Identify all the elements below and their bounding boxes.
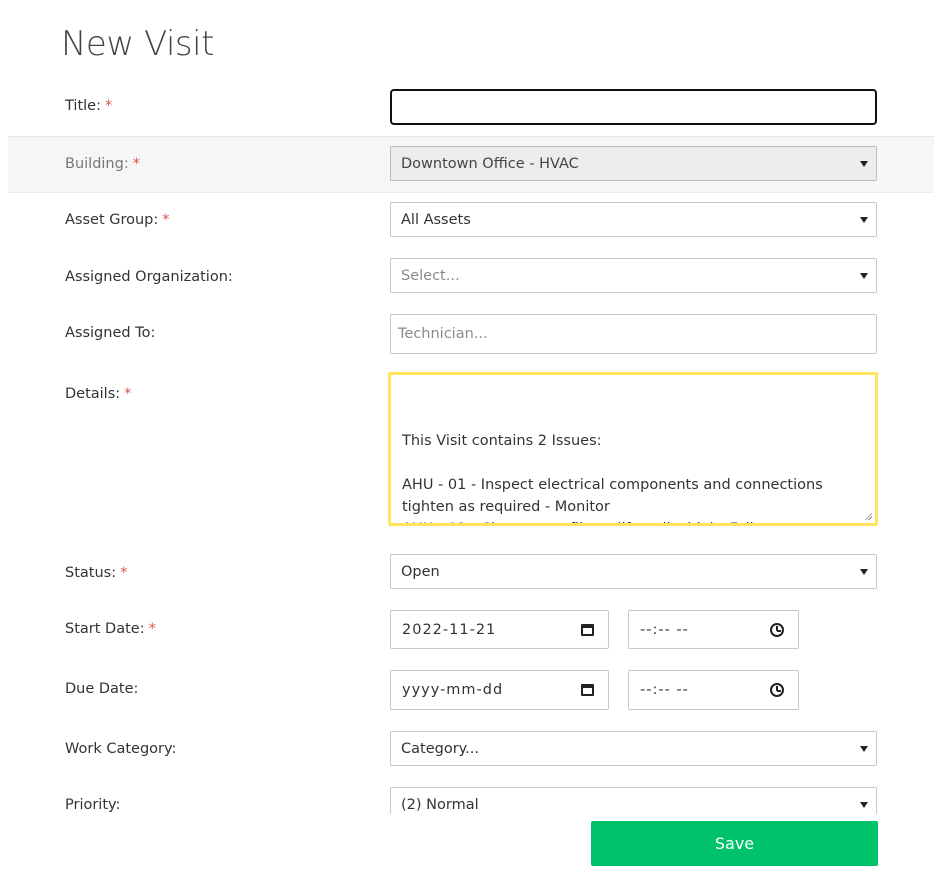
assigned-organization-placeholder: Select... (401, 267, 460, 284)
assigned-to-input[interactable]: Technician... (390, 314, 877, 354)
resize-handle-icon[interactable] (864, 512, 872, 520)
start-date-label: Start Date: * (65, 621, 156, 637)
calendar-icon[interactable] (581, 623, 594, 636)
work-category-select[interactable]: Category... (390, 731, 877, 766)
assigned-to-label: Assigned To: (65, 325, 155, 341)
required-marker: * (162, 212, 170, 228)
start-time-input[interactable]: --:-- -- (628, 610, 799, 649)
work-category-label-text: Work Category: (65, 741, 177, 757)
priority-value: (2) Normal (401, 796, 479, 813)
title-label: Title: * (65, 98, 112, 114)
building-label: Building: * (65, 156, 140, 172)
required-marker: * (124, 386, 132, 402)
details-textarea[interactable]: This Visit contains 2 Issues: AHU - 01 -… (388, 372, 878, 526)
page-title: New Visit (61, 24, 214, 64)
building-select[interactable]: Downtown Office - HVAC (390, 146, 877, 181)
asset-group-label: Asset Group: * (65, 212, 170, 228)
work-category-label: Work Category: (65, 741, 176, 757)
priority-select[interactable]: (2) Normal (390, 787, 877, 814)
asset-group-value: All Assets (401, 211, 471, 228)
chevron-down-icon (860, 160, 868, 167)
details-label: Details: * (65, 386, 131, 402)
building-value: Downtown Office - HVAC (401, 155, 579, 172)
chevron-down-icon (860, 216, 868, 223)
due-date-label-text: Due Date: (65, 681, 139, 697)
start-time-value: --:-- -- (640, 621, 689, 638)
assigned-to-label-text: Assigned To: (65, 325, 156, 341)
details-label-text: Details: (65, 386, 121, 402)
required-marker: * (104, 98, 113, 114)
save-button[interactable]: Save (591, 821, 878, 866)
clock-icon[interactable] (770, 683, 784, 697)
due-date-value: yyyy-mm-dd (402, 682, 504, 698)
due-date-label: Due Date: (65, 681, 138, 697)
title-input[interactable] (390, 89, 877, 125)
calendar-icon[interactable] (581, 684, 594, 696)
chevron-down-icon (860, 745, 868, 752)
start-date-value: 2022-11-21 (402, 621, 497, 638)
start-date-input[interactable]: 2022-11-21 (390, 610, 609, 649)
clock-icon[interactable] (770, 622, 784, 637)
assigned-organization-select[interactable]: Select... (390, 258, 877, 293)
details-text: This Visit contains 2 Issues: AHU - 01 -… (402, 433, 823, 523)
status-value: Open (401, 563, 440, 580)
assigned-organization-label-text: Assigned Organization: (65, 269, 233, 285)
due-time-value: --:-- -- (640, 682, 689, 698)
status-label-text: Status: (65, 565, 117, 581)
work-category-placeholder: Category... (401, 740, 479, 757)
assigned-to-placeholder: Technician... (398, 326, 488, 342)
due-date-input[interactable]: yyyy-mm-dd (390, 670, 609, 710)
priority-label-text: Priority: (65, 797, 121, 813)
required-marker: * (120, 565, 128, 581)
form-container: New Visit Title: * Building: * Downtown Of… (0, 0, 947, 814)
asset-group-label-text: Asset Group: (65, 212, 159, 228)
priority-label: Priority: (65, 797, 120, 813)
due-time-input[interactable]: --:-- -- (628, 670, 799, 710)
start-date-label-text: Start Date: (65, 621, 145, 637)
title-label-text: Title: (65, 98, 101, 114)
chevron-down-icon (860, 568, 868, 575)
required-marker: * (148, 621, 156, 637)
status-label: Status: * (65, 565, 127, 581)
chevron-down-icon (860, 272, 868, 279)
asset-group-select[interactable]: All Assets (390, 202, 877, 237)
building-label-text: Building: (65, 156, 129, 172)
chevron-down-icon (860, 801, 868, 808)
status-select[interactable]: Open (390, 554, 877, 589)
required-marker: * (132, 156, 140, 172)
assigned-organization-label: Assigned Organization: (65, 269, 233, 285)
